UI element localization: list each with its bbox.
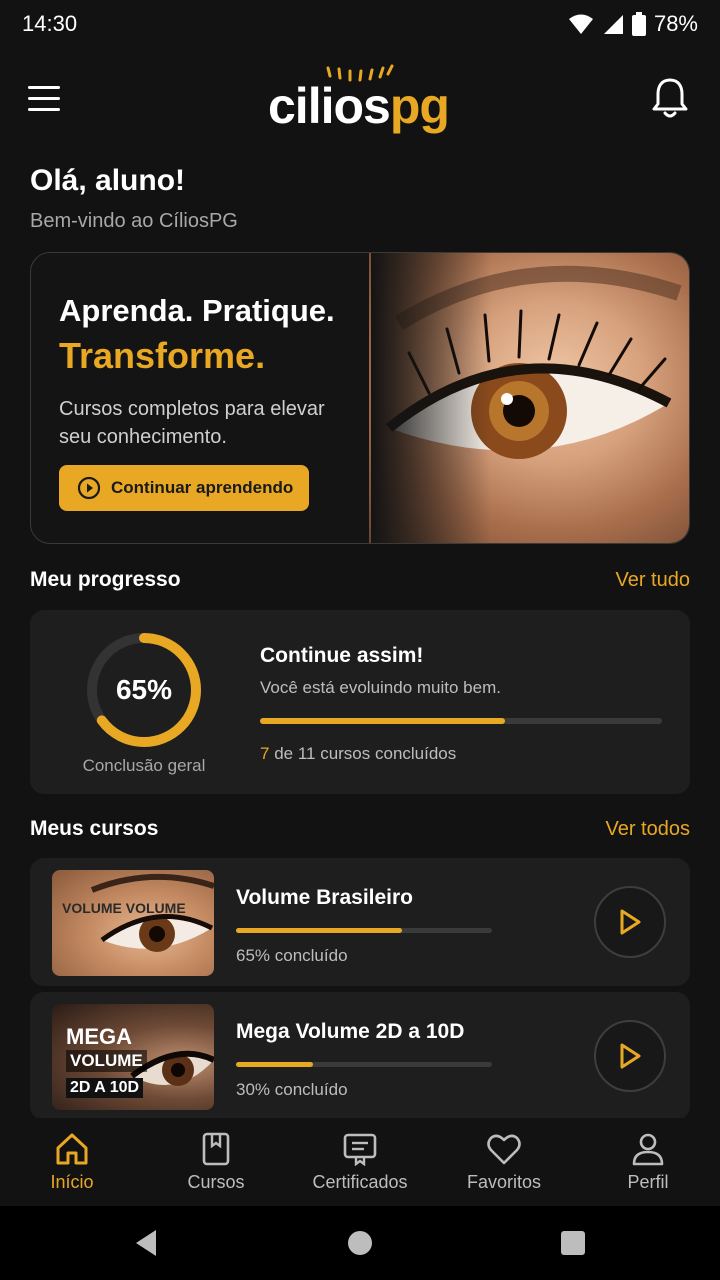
course-progress-label: 65% concluído	[236, 946, 348, 965]
hero-title-accent: Transforme.	[59, 335, 266, 376]
play-course-button[interactable]	[594, 1020, 666, 1092]
hero-title: Aprenda. Pratique.	[59, 293, 335, 328]
courses-section-header: Meus cursos Ver todos	[30, 817, 690, 841]
heart-icon	[487, 1134, 521, 1164]
nav-item-cursos[interactable]: Cursos	[144, 1118, 288, 1206]
thumb-range-text: 2D A 10D	[66, 1078, 144, 1098]
play-circle-icon	[77, 476, 101, 500]
progress-subtitle: Você está evoluindo muito bem.	[260, 678, 501, 697]
certificate-icon	[343, 1133, 377, 1166]
nav-label: Favoritos	[466, 1171, 542, 1192]
overall-progress-fill	[260, 718, 506, 724]
nav-item-perfil[interactable]: Perfil	[576, 1118, 720, 1206]
status-icons: 78%	[568, 11, 698, 37]
menu-icon	[28, 85, 60, 89]
continue-learning-label: Continuar aprendendo	[111, 478, 294, 497]
continue-learning-button[interactable]: Continuar aprendendo	[59, 465, 309, 511]
course-title: Volume Brasileiro	[236, 886, 414, 909]
hero-banner: Aprenda. Pratique. Transforme. Cursos co…	[30, 252, 690, 544]
nav-item-inicio[interactable]: Início	[0, 1118, 144, 1206]
hero-description: Cursos completos para elevar seu conheci…	[59, 398, 325, 448]
progress-card: 65% Conclusão geral Continue assim! Você…	[30, 610, 690, 794]
course-thumbnail: MEGA VOLUME 2D A 10D	[52, 1004, 214, 1110]
recents-icon[interactable]	[561, 1231, 585, 1255]
progress-section-header: Meu progresso Ver tudo	[30, 568, 690, 592]
nav-label: Cursos	[187, 1171, 245, 1192]
overall-percent: 65%	[115, 674, 173, 705]
greeting-block: Olá, aluno! Bem-vindo ao CíliosPG	[30, 164, 238, 233]
notifications-button[interactable]	[650, 76, 690, 120]
bottom-navigation: Início Cursos Certificados Favoritos Per…	[0, 1118, 720, 1206]
course-title: Mega Volume 2D a 10D	[236, 1020, 465, 1043]
battery-level: 78%	[653, 11, 698, 36]
course-progress-bar	[236, 928, 492, 933]
nav-label: Certificados	[312, 1171, 408, 1192]
app-logo: ciliospg	[268, 64, 458, 136]
play-icon	[620, 1043, 641, 1069]
course-progress-label: 30% concluído	[236, 1080, 348, 1099]
nav-label: Perfil	[627, 1171, 669, 1192]
play-course-button[interactable]	[594, 886, 666, 958]
course-card-volume-brasileiro[interactable]: VOLUME VOLUME Volume Brasileiro 65% conc…	[30, 858, 690, 986]
course-thumbnail: VOLUME VOLUME	[52, 870, 214, 976]
see-all-courses-link[interactable]: Ver todos	[605, 818, 690, 841]
ring-caption: Conclusão geral	[82, 756, 206, 775]
system-navigation-bar	[0, 1206, 720, 1280]
play-icon	[620, 909, 641, 935]
progress-section-title: Meu progresso	[30, 568, 181, 591]
nav-label: Início	[50, 1171, 94, 1192]
course-progress-bar	[236, 1062, 492, 1067]
course-card-mega-volume[interactable]: MEGA VOLUME 2D A 10D Mega Volume 2D a 10…	[30, 992, 690, 1120]
hero-text: Aprenda. Pratique. Transforme. Cursos co…	[59, 293, 335, 451]
home-icon	[56, 1133, 88, 1164]
course-progress-fill	[236, 928, 403, 933]
wifi-icon	[568, 14, 593, 34]
greeting-title: Olá, aluno!	[30, 164, 186, 197]
course-progress-fill	[236, 1062, 313, 1067]
overall-progress-bar	[260, 718, 662, 724]
status-bar: 14:30 78%	[0, 0, 720, 48]
app-header: ciliospg	[0, 56, 720, 140]
progress-title: Continue assim!	[260, 644, 424, 667]
thumb-volume-text: VOLUME	[66, 1050, 147, 1072]
courses-section-title: Meus cursos	[30, 817, 159, 840]
courses-completed-count: 7 de 11 cursos concluídos	[260, 744, 457, 763]
thumb-mega-text: MEGA	[66, 1024, 132, 1049]
bell-icon	[652, 78, 688, 118]
nav-item-favoritos[interactable]: Favoritos	[432, 1118, 576, 1206]
battery-icon	[631, 12, 646, 36]
back-icon[interactable]	[132, 1228, 160, 1258]
menu-button[interactable]	[28, 78, 68, 118]
logo-text: ciliospg	[268, 78, 450, 134]
status-time: 14:30	[22, 11, 78, 36]
user-icon	[632, 1133, 664, 1165]
see-all-progress-link[interactable]: Ver tudo	[615, 569, 690, 592]
greeting-subtitle: Bem-vindo ao CíliosPG	[30, 210, 238, 232]
nav-item-certificados[interactable]: Certificados	[288, 1118, 432, 1206]
book-icon	[202, 1132, 230, 1165]
signal-icon	[603, 15, 623, 34]
home-circle-icon[interactable]	[347, 1230, 373, 1256]
